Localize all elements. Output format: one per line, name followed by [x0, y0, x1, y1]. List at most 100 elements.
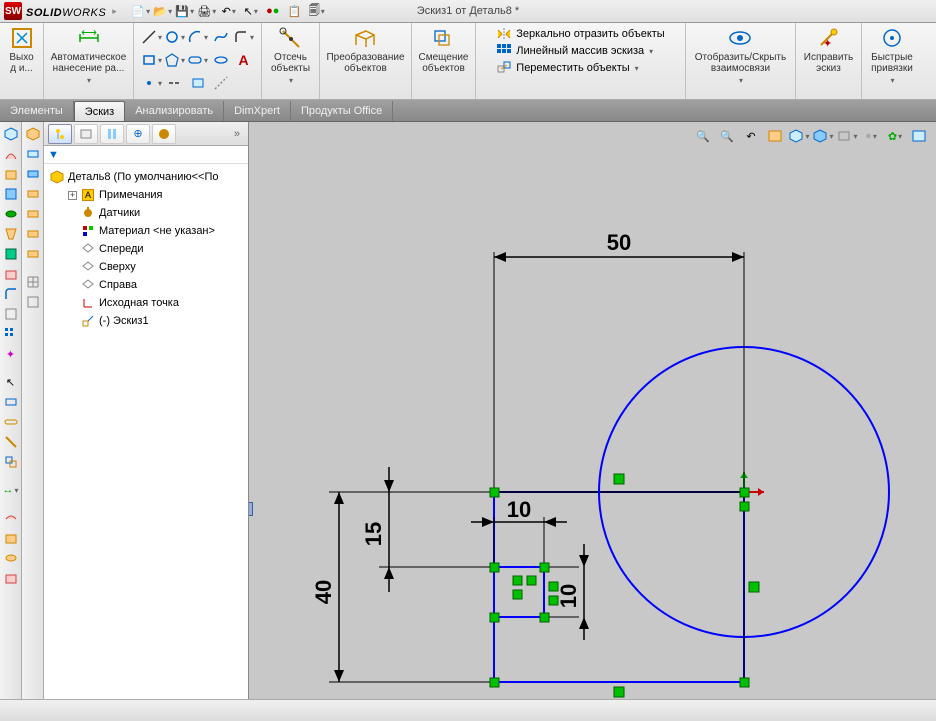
- move-button[interactable]: Переместить объекты ▾: [496, 60, 664, 76]
- tb2-planey-icon[interactable]: [25, 146, 41, 162]
- tb-extrude-icon[interactable]: [3, 166, 19, 182]
- tb2-grid-icon[interactable]: [25, 274, 41, 290]
- tree-root[interactable]: Деталь8 (По умолчанию<<По: [44, 168, 248, 186]
- tb-cut-icon[interactable]: [3, 266, 19, 282]
- options-icon[interactable]: 📋: [285, 1, 305, 21]
- undo-icon[interactable]: ↶▾: [219, 1, 239, 21]
- tree-front-plane[interactable]: Спереди: [44, 240, 248, 258]
- rebuild-icon[interactable]: ●●: [263, 1, 283, 21]
- dimension-50[interactable]: 50: [494, 230, 744, 490]
- polygon-icon[interactable]: ▾: [164, 49, 186, 71]
- open-icon[interactable]: 📂▾: [153, 1, 173, 21]
- tree-right-plane[interactable]: Справа: [44, 276, 248, 294]
- tb-surf4-icon[interactable]: [3, 570, 19, 586]
- tree-material[interactable]: Материал <не указан>: [44, 222, 248, 240]
- tree-annotations[interactable]: + A Примечания: [44, 186, 248, 204]
- fm-tab-dim-icon[interactable]: ⊕: [126, 124, 150, 144]
- fm-filter-bar[interactable]: ▼: [44, 146, 248, 164]
- save-icon[interactable]: 💾▾: [175, 1, 195, 21]
- twist-icon[interactable]: +: [68, 191, 77, 200]
- new-icon[interactable]: 📄▾: [131, 1, 151, 21]
- tree-sketch1[interactable]: (-) Эскиз1: [44, 312, 248, 330]
- dimension-10-v[interactable]: 10: [546, 544, 589, 640]
- tb2-plane6-icon[interactable]: [25, 246, 41, 262]
- tb-surf2-icon[interactable]: [3, 530, 19, 546]
- tab-features[interactable]: Элементы: [0, 101, 74, 121]
- dimension-10-h[interactable]: 10: [471, 497, 567, 565]
- point-icon[interactable]: ▾: [141, 72, 163, 94]
- slot-icon[interactable]: ▾: [187, 49, 209, 71]
- tab-sketch[interactable]: Эскиз: [74, 101, 125, 121]
- tb-arrow-icon[interactable]: ↖: [3, 374, 19, 390]
- tb-revolve-icon[interactable]: [3, 206, 19, 222]
- repair-sketch-button[interactable]: ✦ Исправить эскиз: [804, 26, 853, 74]
- tb-trim2-icon[interactable]: [3, 434, 19, 450]
- tb-chamfer-icon[interactable]: [3, 306, 19, 322]
- arc-icon[interactable]: ▾: [187, 26, 209, 48]
- sketch-tools-grid: ▾ ▾ ▾ ▾ ▾ ▾ ▾ A ▾: [141, 26, 255, 94]
- tb2-plane4-icon[interactable]: [25, 206, 41, 222]
- tb-rect2-icon[interactable]: [3, 394, 19, 410]
- quick-snaps-button[interactable]: Быстрые привязки ▾: [871, 26, 913, 85]
- fm-tab-config-icon[interactable]: [100, 124, 124, 144]
- graphics-canvas[interactable]: 🔍 🔍 ↶ ▾ ▾ ▾ ●▾ ✿▾: [249, 122, 936, 699]
- tab-office[interactable]: Продукты Office: [291, 101, 393, 121]
- sensors-icon: [81, 206, 95, 220]
- tb-swept-icon[interactable]: [3, 146, 19, 162]
- tb-slot2-icon[interactable]: [3, 414, 19, 430]
- tb-star-icon[interactable]: ✦: [3, 346, 19, 362]
- svg-text:✦: ✦: [823, 38, 832, 49]
- tb-offset2-icon[interactable]: [3, 454, 19, 470]
- convert-icon: [352, 26, 378, 50]
- fillet-icon[interactable]: ▾: [233, 26, 255, 48]
- select-icon[interactable]: ↖▾: [241, 1, 261, 21]
- line-icon[interactable]: ▾: [141, 26, 163, 48]
- offset-button[interactable]: Смещение объектов: [418, 26, 468, 74]
- exit-sketch-button[interactable]: Выхо д и...: [9, 26, 35, 74]
- fm-expand-icon[interactable]: »: [230, 128, 244, 140]
- plane-icon[interactable]: [187, 72, 209, 94]
- circle-icon[interactable]: ▾: [164, 26, 186, 48]
- tab-evaluate[interactable]: Анализировать: [125, 101, 224, 121]
- mirror-button[interactable]: Зеркально отразить объекты: [496, 26, 664, 42]
- material-icon: [81, 224, 95, 238]
- tree-sensors[interactable]: Датчики: [44, 204, 248, 222]
- fm-tab-tree-icon[interactable]: [48, 124, 72, 144]
- settings-icon[interactable]: 🗐▾: [307, 1, 327, 21]
- tb-surf3-icon[interactable]: [3, 550, 19, 566]
- fm-tab-prop-icon[interactable]: [74, 124, 98, 144]
- print-icon[interactable]: 🖨▾: [197, 1, 217, 21]
- brand-dropdown-icon[interactable]: ▸: [112, 6, 117, 17]
- tree-origin[interactable]: Исходная точка: [44, 294, 248, 312]
- convert-button[interactable]: Преобразование объектов: [326, 26, 404, 74]
- show-hide-relations-button[interactable]: Отобразить/Скрыть взаимосвязи ▾: [695, 26, 786, 85]
- tb-box-icon[interactable]: [3, 186, 19, 202]
- dimension-15[interactable]: 15: [361, 467, 492, 592]
- tb-dim-icon[interactable]: ↔▾: [3, 482, 19, 498]
- tb-fillet-icon[interactable]: [3, 286, 19, 302]
- ellipse-icon[interactable]: [210, 49, 232, 71]
- linear-pattern-button[interactable]: Линейный массив эскиза ▾: [496, 43, 664, 59]
- trim-button[interactable]: Отсечь объекты ▾: [271, 26, 310, 85]
- auto-dimension-button[interactable]: ⟷ Автоматическое нанесение ра... ▾: [51, 26, 127, 85]
- construction-icon[interactable]: [210, 72, 232, 94]
- tb-3dsketch-icon[interactable]: [3, 126, 19, 142]
- tb-loft-icon[interactable]: [3, 226, 19, 242]
- tb2-plane5-icon[interactable]: [25, 226, 41, 242]
- centerline-icon[interactable]: [164, 72, 186, 94]
- move-icon: [496, 60, 512, 76]
- tb-lpat-icon[interactable]: [3, 326, 19, 342]
- rectangle-icon[interactable]: ▾: [141, 49, 163, 71]
- dimension-40[interactable]: 40: [311, 492, 492, 682]
- tb2-grid2-icon[interactable]: [25, 294, 41, 310]
- tb2-planeb-icon[interactable]: [25, 166, 41, 182]
- tab-dimxpert[interactable]: DimXpert: [224, 101, 291, 121]
- tb2-cube-icon[interactable]: [25, 126, 41, 142]
- tree-top-plane[interactable]: Сверху: [44, 258, 248, 276]
- fm-tab-render-icon[interactable]: [152, 124, 176, 144]
- tb-surf1-icon[interactable]: [3, 510, 19, 526]
- text-icon[interactable]: A: [233, 49, 255, 71]
- tb2-planeo-icon[interactable]: [25, 186, 41, 202]
- spline-icon[interactable]: [210, 26, 232, 48]
- tb-holewiz-icon[interactable]: [3, 246, 19, 262]
